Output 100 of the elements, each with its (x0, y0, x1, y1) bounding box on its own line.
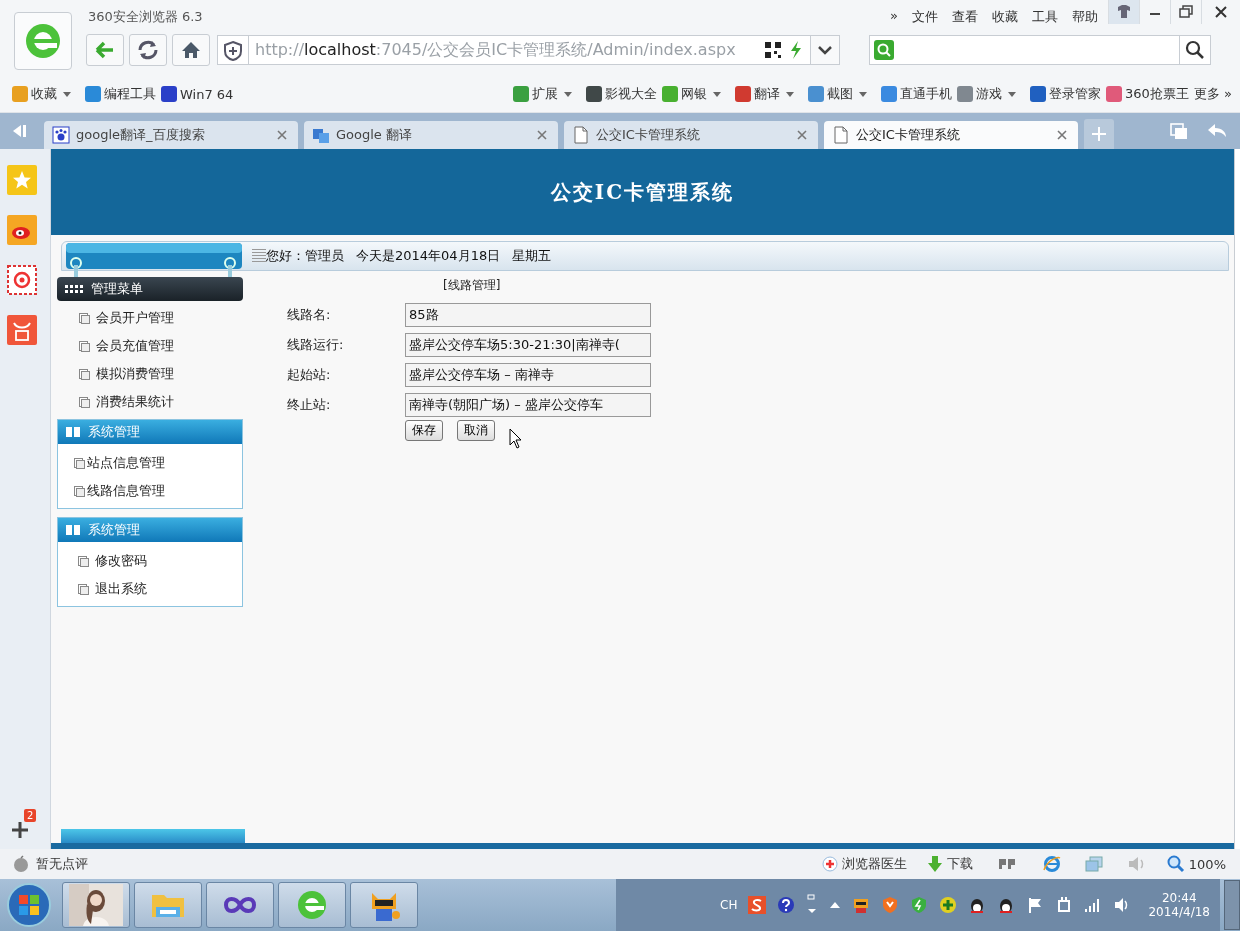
book-icon (66, 524, 80, 536)
form-button[interactable]: 取消 (457, 420, 495, 441)
form-heading: [线路管理] (443, 277, 502, 294)
paw-icon (52, 126, 70, 144)
greeting-text: 您好：管理员 (266, 247, 344, 265)
menu-link[interactable]: 退出系统 (95, 580, 147, 598)
browser-doctor-button[interactable]: 浏览器医生 (821, 855, 907, 873)
input-language-indicator[interactable]: CH (720, 898, 738, 912)
weibo-icon[interactable] (7, 215, 37, 245)
ie-icon[interactable] (1042, 855, 1061, 873)
menu-item[interactable]: 收藏 (992, 8, 1018, 26)
shield-icon[interactable] (881, 896, 900, 914)
caret-icon[interactable] (563, 90, 574, 98)
bookmark-item[interactable]: 直通手机 (881, 85, 953, 103)
back-icon[interactable] (86, 34, 124, 66)
menu-item[interactable]: 帮助 (1072, 8, 1098, 26)
apple-icon (12, 855, 30, 873)
browser-logo-button[interactable] (14, 12, 72, 70)
menu-link[interactable]: 修改密码 (95, 552, 147, 570)
menu-link[interactable]: 站点信息管理 (87, 454, 165, 472)
field-label: 终止站: (286, 396, 332, 414)
window-title: 360安全浏览器 6.3 (88, 8, 203, 26)
qr-code-icon (764, 41, 782, 59)
zoom-button[interactable]: 100% (1166, 855, 1226, 873)
group-header: 系统管理 (58, 518, 242, 542)
add-icon[interactable] (9, 819, 31, 841)
page-icon (832, 126, 850, 144)
document-icon (79, 312, 90, 324)
bookmark-item[interactable]: 更多 » (1193, 85, 1232, 103)
bookmark-item[interactable]: 收藏 (12, 85, 57, 103)
clock-date[interactable]: 2014/4/18 (1148, 905, 1210, 919)
menu-link[interactable]: 模拟消费管理 (96, 365, 174, 383)
shopping-bag-icon[interactable] (7, 315, 37, 345)
windows-stack-icon[interactable] (1084, 856, 1103, 872)
date-text: 今天是2014年04月18日 (356, 247, 501, 265)
bookmark-item[interactable]: 编程工具 (85, 85, 156, 103)
text-field[interactable]: 盛岸公交停车场 – 南禅寺 (405, 363, 651, 387)
shield-icon[interactable] (910, 896, 929, 914)
bookmark-item[interactable]: 扩展 (513, 85, 559, 103)
bookmark-item[interactable]: 网银 (662, 85, 708, 103)
taskbar-button[interactable] (206, 882, 274, 928)
document-icon (74, 457, 85, 469)
show-hidden-icons-icon[interactable] (829, 900, 842, 910)
caret-icon[interactable] (62, 90, 72, 98)
home-icon[interactable] (172, 34, 210, 66)
menu-link[interactable]: 消费结果统计 (96, 393, 174, 411)
ime-s-icon[interactable] (748, 896, 767, 914)
plus-circle-icon[interactable] (939, 896, 958, 914)
menu-link[interactable]: 线路信息管理 (87, 482, 165, 500)
search-engine-icon (874, 40, 894, 60)
document-icon (79, 396, 90, 408)
bookmark-item[interactable]: 登录管家 (1030, 85, 1102, 103)
document-icon (78, 555, 89, 567)
caret-icon[interactable] (858, 90, 869, 98)
text-field[interactable]: 85路 (405, 303, 651, 327)
field-label: 线路运行: (286, 336, 345, 354)
bookmark-item[interactable]: Win7 64 (161, 86, 234, 102)
group-header: 系统管理 (58, 420, 242, 444)
menu-link[interactable]: 会员充值管理 (96, 337, 174, 355)
caret-icon[interactable] (785, 90, 796, 98)
bookmark-item[interactable]: 翻译 (735, 85, 781, 103)
download-button[interactable]: 下载 (926, 855, 973, 873)
bookmark-item[interactable]: 游戏 (957, 85, 1003, 103)
menu-link[interactable]: 会员开户管理 (96, 309, 174, 327)
document-icon (74, 485, 85, 497)
document-icon (79, 340, 90, 352)
zoom-icon (1166, 855, 1185, 873)
text-field[interactable]: 盛岸公交停车场5:30-21:30|南禅寺( (405, 333, 651, 357)
browser-tab[interactable]: Google 翻译 (304, 121, 558, 149)
help-icon[interactable] (777, 896, 796, 914)
form-button[interactable]: 保存 (405, 420, 443, 441)
menu-item[interactable]: 查看 (952, 8, 978, 26)
taskbar-button[interactable] (62, 882, 130, 928)
grid-icon (65, 283, 85, 295)
notification-badge: 2 (24, 809, 37, 822)
browser-tab[interactable]: google翻译_百度搜索 (44, 121, 298, 149)
text-field[interactable]: 南禅寺(朝阳广场) – 盛岸公交停车 (405, 393, 651, 417)
weekday-text: 星期五 (512, 247, 552, 265)
search-field[interactable] (869, 35, 1211, 65)
mail-icon[interactable] (7, 265, 37, 295)
clock-time[interactable]: 20:44 (1161, 891, 1197, 905)
dropdown-icon[interactable] (811, 35, 840, 65)
url-text: http://localhost:7045/公交会员IC卡管理系统/Admin/index.aspx (255, 39, 736, 61)
taskbar-button[interactable] (350, 882, 418, 928)
document-icon (78, 583, 89, 595)
bookmark-item[interactable]: 截图 (808, 85, 854, 103)
menu-item[interactable]: » (890, 8, 898, 26)
browser-tab[interactable]: 公交IC卡管理系统 (824, 121, 1078, 149)
caret-icon[interactable] (1007, 90, 1018, 98)
menu-item[interactable]: 文件 (912, 8, 938, 26)
menu-item[interactable]: 工具 (1032, 8, 1058, 26)
address-bar[interactable]: http://localhost:7045/公交会员IC卡管理系统/Admin/index.aspx (217, 35, 811, 65)
show-desktop-button[interactable] (1224, 880, 1240, 930)
medical-cross-icon (821, 856, 838, 872)
shirt-icon[interactable] (1108, 0, 1139, 24)
bookmark-item[interactable]: 影视大全 (586, 85, 658, 103)
bookmark-item[interactable]: 360抢票王 (1106, 85, 1189, 103)
caret-icon[interactable] (712, 90, 723, 98)
refresh-icon[interactable] (129, 34, 167, 66)
browser-tab[interactable]: 公交IC卡管理系统 (564, 121, 818, 149)
